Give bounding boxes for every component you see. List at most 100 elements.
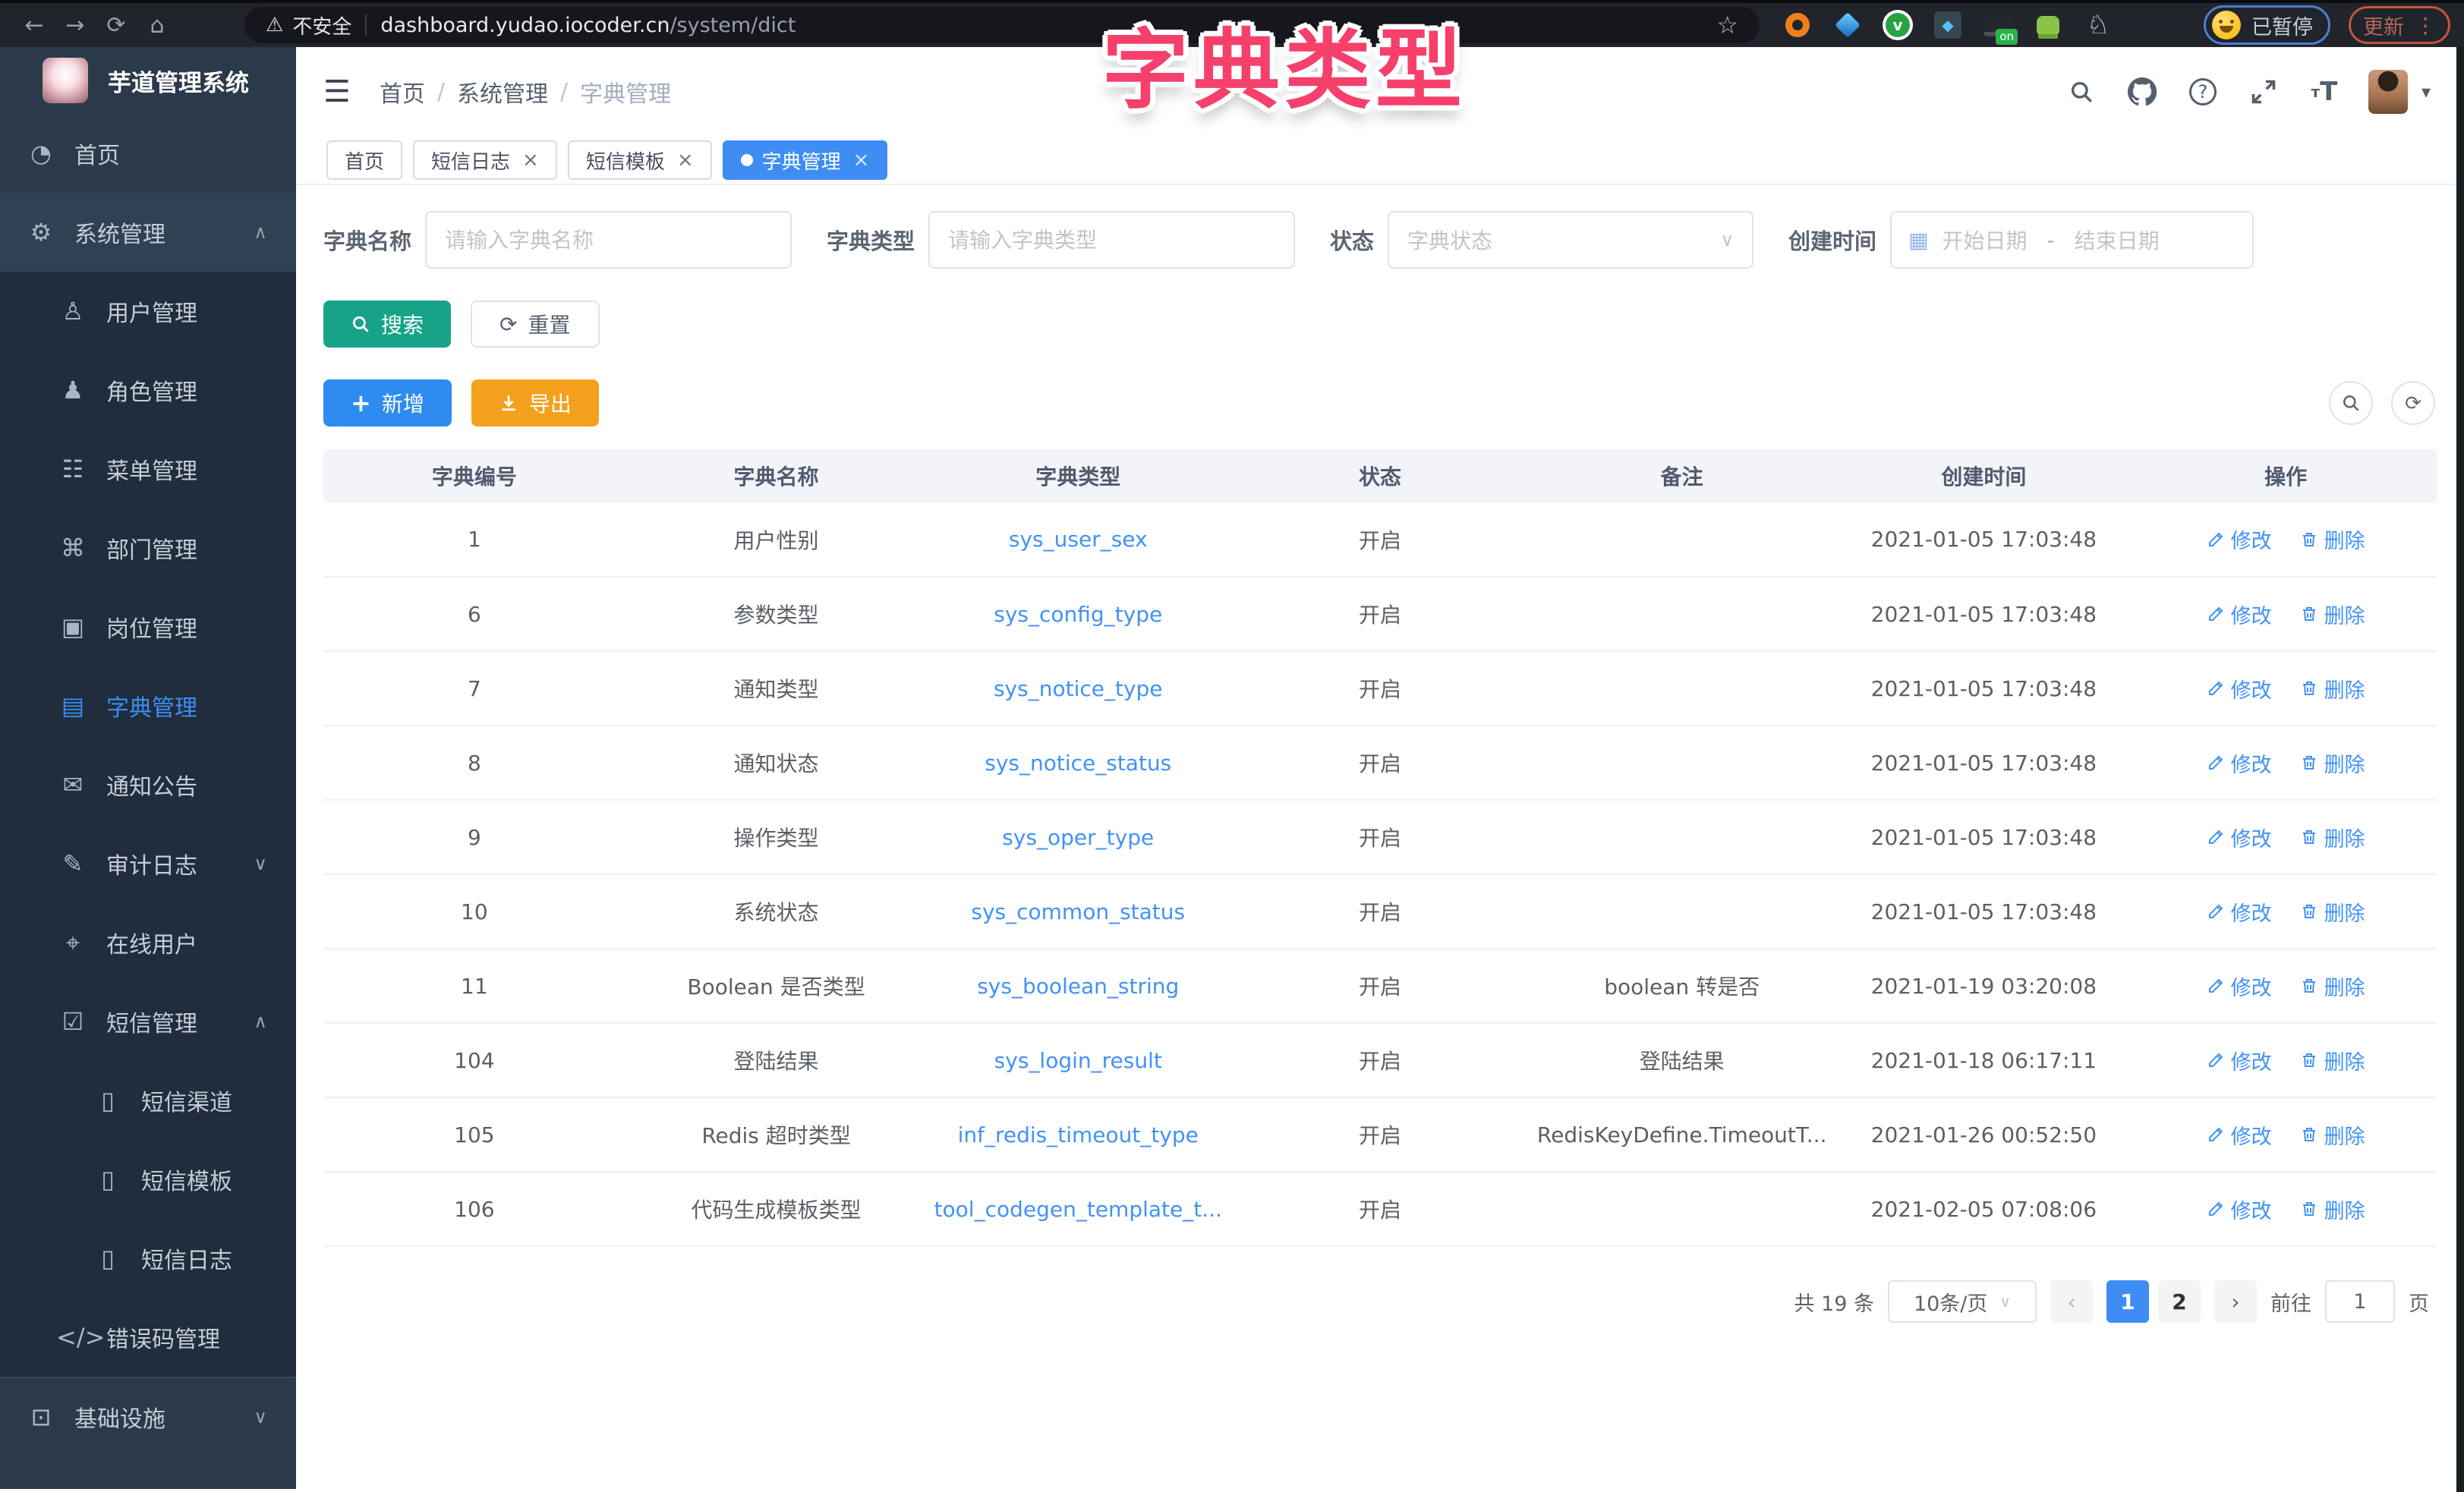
extension-grid-icon[interactable]: ◆ — [1933, 10, 1963, 40]
paused-profile-chip[interactable]: 已暂停 — [2204, 5, 2330, 45]
extension-list-icon[interactable]: on — [1983, 10, 2018, 45]
page-scrollbar[interactable] — [2456, 47, 2464, 1492]
cell-dict-type-link[interactable]: sys_user_sex — [1009, 527, 1148, 552]
collapse-sidebar-icon[interactable]: ☰ — [323, 74, 351, 109]
sidebar-menu-item[interactable]: ⚙ 系统管理 ∧ — [0, 193, 296, 272]
delete-row-button[interactable]: 删除 — [2300, 1046, 2365, 1075]
bookmark-star-icon[interactable]: ☆ — [1716, 11, 1738, 39]
extension-orange-ring-icon[interactable] — [1782, 10, 1813, 40]
tab-close-icon[interactable]: × — [677, 149, 694, 172]
sidebar-menu-item[interactable]: ✎ 审计日志 ∨ — [0, 824, 296, 903]
add-button[interactable]: + 新增 — [323, 379, 452, 427]
edit-row-button[interactable]: 修改 — [2207, 971, 2272, 1001]
kebab-menu-icon[interactable]: ⋮ — [2415, 13, 2436, 38]
cell-dict-type-link[interactable]: inf_redis_timeout_type — [958, 1122, 1199, 1147]
cell-dict-type-link[interactable]: sys_common_status — [971, 899, 1185, 924]
help-icon[interactable]: ? — [2186, 75, 2220, 109]
breadcrumb-item[interactable]: 系统管理 — [457, 75, 548, 109]
sidebar-menu-item[interactable]: ⊡ 基础设施 ∨ — [0, 1377, 296, 1456]
dict-type-input[interactable] — [928, 211, 1296, 269]
delete-row-button[interactable]: 删除 — [2300, 674, 2365, 704]
sidebar-menu-item[interactable]: ⌖ 在线用户 — [0, 903, 296, 982]
delete-row-button[interactable]: 删除 — [2300, 1195, 2365, 1224]
tab-close-icon[interactable]: × — [522, 149, 539, 172]
extension-green-circle-icon[interactable]: v — [1883, 10, 1913, 40]
breadcrumb-item[interactable]: 字典管理 — [580, 75, 671, 109]
page-number-button[interactable]: 2 — [2158, 1280, 2201, 1323]
cell-dict-type-link[interactable]: sys_config_type — [994, 602, 1162, 627]
delete-row-button[interactable]: 删除 — [2300, 524, 2365, 554]
extension-animal-icon[interactable]: ♘ — [2083, 10, 2113, 40]
edit-row-button[interactable]: 修改 — [2207, 1046, 2272, 1075]
view-tab[interactable]: 首页 — [326, 140, 403, 180]
edit-row-button[interactable]: 修改 — [2207, 823, 2272, 852]
font-size-icon[interactable]: тT — [2308, 75, 2341, 109]
cell-dict-type-link[interactable]: tool_codegen_template_t... — [934, 1197, 1222, 1222]
search-button[interactable]: 搜索 — [323, 301, 452, 348]
forward-icon[interactable]: → — [55, 5, 96, 45]
edit-row-button[interactable]: 修改 — [2207, 748, 2272, 778]
show-search-toggle-button[interactable] — [2329, 381, 2373, 425]
date-range-picker[interactable]: ▦ 开始日期 - 结束日期 — [1890, 211, 2254, 269]
sidebar-menu-item[interactable]: ♙ 用户管理 — [0, 272, 296, 351]
github-icon[interactable] — [2125, 75, 2159, 109]
sidebar-menu-item[interactable]: </> 错误码管理 — [0, 1298, 296, 1377]
view-tab[interactable]: 短信模板 × — [567, 140, 712, 180]
browser-update-button[interactable]: 更新 ⋮ — [2349, 6, 2450, 44]
sidebar-menu-item[interactable]: ♟ 角色管理 — [0, 351, 296, 430]
reload-icon[interactable]: ⟳ — [96, 5, 137, 45]
view-tab[interactable]: 短信日志 × — [413, 140, 557, 180]
status-select[interactable]: 字典状态 ∨ — [1388, 211, 1754, 269]
delete-row-button[interactable]: 删除 — [2300, 823, 2365, 852]
fullscreen-icon[interactable] — [2247, 75, 2280, 109]
refresh-table-button[interactable]: ⟳ — [2391, 381, 2435, 425]
export-button[interactable]: 导出 — [471, 379, 599, 427]
delete-row-button[interactable]: 删除 — [2300, 600, 2365, 629]
delete-row-button[interactable]: 删除 — [2300, 748, 2365, 778]
address-bar[interactable]: ⚠ 不安全 dashboard.yudao.iocoder.cn /system… — [244, 7, 1760, 43]
avatar-caret-icon[interactable]: ▾ — [2421, 81, 2431, 102]
page-number-button[interactable]: 1 — [2106, 1280, 2149, 1323]
search-icon[interactable] — [2065, 75, 2098, 109]
edit-row-button[interactable]: 修改 — [2207, 524, 2272, 554]
edit-row-button[interactable]: 修改 — [2207, 1120, 2272, 1150]
reset-button[interactable]: ⟳ 重置 — [471, 301, 600, 348]
user-avatar[interactable] — [2368, 70, 2408, 114]
cell-dict-type-link[interactable]: sys_oper_type — [1002, 825, 1154, 850]
goto-page-input[interactable] — [2325, 1280, 2395, 1323]
extension-robot-icon[interactable] — [2033, 10, 2063, 40]
edit-row-button[interactable]: 修改 — [2207, 1195, 2272, 1224]
edit-row-button[interactable]: 修改 — [2207, 674, 2272, 704]
view-tab[interactable]: 字典管理 × — [722, 140, 888, 180]
page-size-select[interactable]: 10条/页 ∨ — [1888, 1280, 2037, 1323]
next-page-button[interactable]: › — [2214, 1280, 2257, 1323]
delete-row-button[interactable]: 删除 — [2300, 1120, 2365, 1150]
sidebar-menu-item[interactable]: ⌘ 部门管理 — [0, 508, 296, 587]
sidebar-menu-item[interactable]: ☑ 短信管理 ∧ — [0, 982, 296, 1061]
delete-row-button[interactable]: 删除 — [2300, 897, 2365, 927]
breadcrumb-item[interactable]: 首页 — [380, 75, 425, 109]
edit-row-button[interactable]: 修改 — [2207, 897, 2272, 927]
sidebar-menu-item[interactable]: ▯ 短信日志 — [0, 1219, 296, 1298]
page-size-value: 10条/页 — [1913, 1292, 1988, 1316]
home-icon[interactable]: ⌂ — [137, 5, 178, 45]
sidebar-menu-item[interactable]: ☷ 菜单管理 — [0, 430, 296, 508]
cell-dict-type-link[interactable]: sys_boolean_string — [977, 974, 1179, 999]
sidebar-menu-item[interactable]: ▯ 短信渠道 — [0, 1061, 296, 1140]
sidebar-menu-item[interactable]: ✉ 通知公告 — [0, 745, 296, 824]
tab-close-icon[interactable]: × — [853, 149, 870, 172]
extension-blue-gem-icon[interactable] — [1832, 10, 1863, 40]
prev-page-button[interactable]: ‹ — [2050, 1280, 2093, 1323]
sidebar-menu-item[interactable]: ◔ 首页 — [0, 114, 296, 193]
cell-dict-type-link[interactable]: sys_notice_status — [985, 751, 1171, 776]
sidebar-menu-item[interactable]: ▤ 字典管理 — [0, 666, 296, 745]
delete-row-button[interactable]: 删除 — [2300, 971, 2365, 1001]
cell-dict-type-link[interactable]: sys_login_result — [994, 1048, 1162, 1073]
sidebar-menu-item[interactable]: ▣ 岗位管理 — [0, 587, 296, 666]
cell-dict-type-link[interactable]: sys_notice_type — [994, 676, 1163, 701]
dict-name-input[interactable] — [425, 211, 792, 269]
select-caret-icon: ∨ — [1720, 229, 1735, 250]
back-icon[interactable]: ← — [14, 5, 55, 45]
edit-row-button[interactable]: 修改 — [2207, 600, 2272, 629]
sidebar-menu-item[interactable]: ▯ 短信模板 — [0, 1140, 296, 1219]
